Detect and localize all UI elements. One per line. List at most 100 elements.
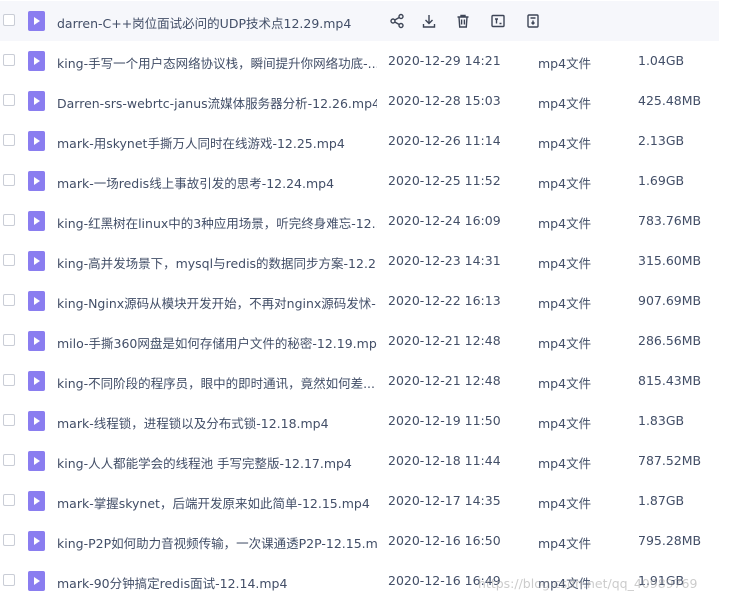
video-file-icon (28, 211, 45, 231)
file-type: mp4文件 (538, 576, 592, 591)
file-date: 2020-12-16 16:49 (388, 573, 501, 588)
file-name[interactable]: mark-90分钟搞定redis面试-12.14.mp4 (57, 573, 377, 592)
file-row[interactable]: king-高并发场景下，mysql与redis的数据同步方案-12.2... 2… (0, 241, 733, 281)
video-file-icon (28, 371, 45, 391)
file-row[interactable]: mark-掌握skynet，后端开发原来如此简单-12.15.mp4 2020-… (0, 481, 733, 521)
more-icon[interactable] (522, 10, 544, 32)
file-name[interactable]: king-人人都能学会的线程池 手写完整版-12.17.mp4 (57, 453, 377, 472)
row-checkbox[interactable] (3, 134, 15, 146)
video-file-icon (28, 411, 45, 431)
row-checkbox[interactable] (3, 14, 15, 26)
video-file-icon (28, 131, 45, 151)
file-type: mp4文件 (538, 176, 592, 191)
file-size: 907.69MB (638, 293, 702, 308)
row-checkbox[interactable] (3, 214, 15, 226)
file-row[interactable]: king-人人都能学会的线程池 手写完整版-12.17.mp4 2020-12-… (0, 441, 733, 481)
file-row[interactable]: darren-C++岗位面试必问的UDP技术点12.29.mp4 (0, 1, 719, 41)
file-row[interactable]: mark-线程锁，进程锁以及分布式锁-12.18.mp4 2020-12-19 … (0, 401, 733, 441)
file-name[interactable]: king-P2P如何助力音视频传输，一次课通透P2P-12.15.m... (57, 533, 377, 552)
file-type: mp4文件 (538, 56, 592, 71)
file-type: mp4文件 (538, 256, 592, 271)
file-date: 2020-12-29 14:21 (388, 53, 501, 68)
file-row[interactable]: milo-手撕360网盘是如何存储用户文件的秘密-12.19.mp4 2020-… (0, 321, 733, 361)
file-type: mp4文件 (538, 96, 592, 111)
row-checkbox[interactable] (3, 494, 15, 506)
delete-icon[interactable] (452, 10, 474, 32)
file-size: 1.04GB (638, 53, 685, 68)
file-size: 1.91GB (638, 573, 685, 588)
file-list: darren-C++岗位面试必问的UDP技术点12.29.mp4 king-手写… (0, 1, 733, 601)
file-type: mp4文件 (538, 136, 592, 151)
file-size: 787.52MB (638, 453, 702, 468)
row-checkbox[interactable] (3, 254, 15, 266)
file-name[interactable]: king-红黑树在linux中的3种应用场景，听完终身难忘-12.... (57, 213, 377, 232)
file-date: 2020-12-22 16:13 (388, 293, 501, 308)
video-file-icon (28, 251, 45, 271)
file-row[interactable]: king-不同阶段的程序员，眼中的即时通讯，竟然如何差... 2020-12-2… (0, 361, 733, 401)
video-file-icon (28, 491, 45, 511)
file-row[interactable]: Darren-srs-webrtc-janus流媒体服务器分析-12.26.mp… (0, 81, 733, 121)
file-row[interactable]: mark-一场redis线上事故引发的思考-12.24.mp4 2020-12-… (0, 161, 733, 201)
file-name[interactable]: mark-线程锁，进程锁以及分布式锁-12.18.mp4 (57, 413, 377, 432)
file-name[interactable]: Darren-srs-webrtc-janus流媒体服务器分析-12.26.mp… (57, 93, 377, 112)
file-date: 2020-12-23 14:31 (388, 253, 501, 268)
file-size: 1.69GB (638, 173, 685, 188)
row-checkbox[interactable] (3, 334, 15, 346)
file-date: 2020-12-28 15:03 (388, 93, 501, 108)
download-icon[interactable] (418, 10, 440, 32)
file-type: mp4文件 (538, 536, 592, 551)
row-checkbox[interactable] (3, 294, 15, 306)
file-name[interactable]: darren-C++岗位面试必问的UDP技术点12.29.mp4 (57, 13, 377, 32)
file-date: 2020-12-25 11:52 (388, 173, 501, 188)
file-size: 286.56MB (638, 333, 702, 348)
row-checkbox[interactable] (3, 94, 15, 106)
file-name[interactable]: mark-一场redis线上事故引发的思考-12.24.mp4 (57, 173, 377, 192)
file-date: 2020-12-18 11:44 (388, 453, 501, 468)
file-name[interactable]: king-Nginx源码从模块开发开始，不再对nginx源码发怵-... (57, 293, 377, 312)
video-file-icon (28, 91, 45, 111)
file-row[interactable]: king-红黑树在linux中的3种应用场景，听完终身难忘-12.... 202… (0, 201, 733, 241)
row-checkbox[interactable] (3, 374, 15, 386)
file-row[interactable]: mark-90分钟搞定redis面试-12.14.mp4 2020-12-16 … (0, 561, 733, 601)
file-size: 795.28MB (638, 533, 702, 548)
video-file-icon (28, 11, 45, 31)
row-checkbox[interactable] (3, 174, 15, 186)
share-icon[interactable] (386, 10, 408, 32)
video-file-icon (28, 51, 45, 71)
video-file-icon (28, 291, 45, 311)
file-name[interactable]: king-高并发场景下，mysql与redis的数据同步方案-12.2... (57, 253, 377, 272)
file-name[interactable]: mark-掌握skynet，后端开发原来如此简单-12.15.mp4 (57, 493, 377, 512)
row-checkbox[interactable] (3, 574, 15, 586)
row-checkbox[interactable] (3, 54, 15, 66)
file-name[interactable]: king-不同阶段的程序员，眼中的即时通讯，竟然如何差... (57, 373, 377, 392)
file-type: mp4文件 (538, 456, 592, 471)
file-name[interactable]: mark-用skynet手撕万人同时在线游戏-12.25.mp4 (57, 133, 377, 152)
file-size: 315.60MB (638, 253, 702, 268)
file-date: 2020-12-19 11:50 (388, 413, 501, 428)
file-size: 815.43MB (638, 373, 702, 388)
file-date: 2020-12-17 14:35 (388, 493, 501, 508)
file-date: 2020-12-24 16:09 (388, 213, 501, 228)
video-file-icon (28, 571, 45, 591)
file-name[interactable]: milo-手撕360网盘是如何存储用户文件的秘密-12.19.mp4 (57, 333, 377, 352)
file-size: 425.48MB (638, 93, 702, 108)
file-row[interactable]: king-P2P如何助力音视频传输，一次课通透P2P-12.15.m... 20… (0, 521, 733, 561)
video-file-icon (28, 451, 45, 471)
file-type: mp4文件 (538, 376, 592, 391)
row-checkbox[interactable] (3, 534, 15, 546)
file-size: 1.87GB (638, 493, 685, 508)
file-row[interactable]: king-Nginx源码从模块开发开始，不再对nginx源码发怵-... 202… (0, 281, 733, 321)
file-row[interactable]: king-手写一个用户态网络协议栈，瞬间提升你网络功底-... 2020-12-… (0, 41, 733, 81)
file-name[interactable]: king-手写一个用户态网络协议栈，瞬间提升你网络功底-... (57, 53, 377, 72)
file-type: mp4文件 (538, 416, 592, 431)
file-type: mp4文件 (538, 216, 592, 231)
rename-icon[interactable] (487, 10, 509, 32)
row-checkbox[interactable] (3, 414, 15, 426)
file-size: 2.13GB (638, 133, 685, 148)
row-checkbox[interactable] (3, 454, 15, 466)
file-date: 2020-12-26 11:14 (388, 133, 501, 148)
file-type: mp4文件 (538, 296, 592, 311)
file-row[interactable]: mark-用skynet手撕万人同时在线游戏-12.25.mp4 2020-12… (0, 121, 733, 161)
video-file-icon (28, 331, 45, 351)
file-size: 783.76MB (638, 213, 702, 228)
